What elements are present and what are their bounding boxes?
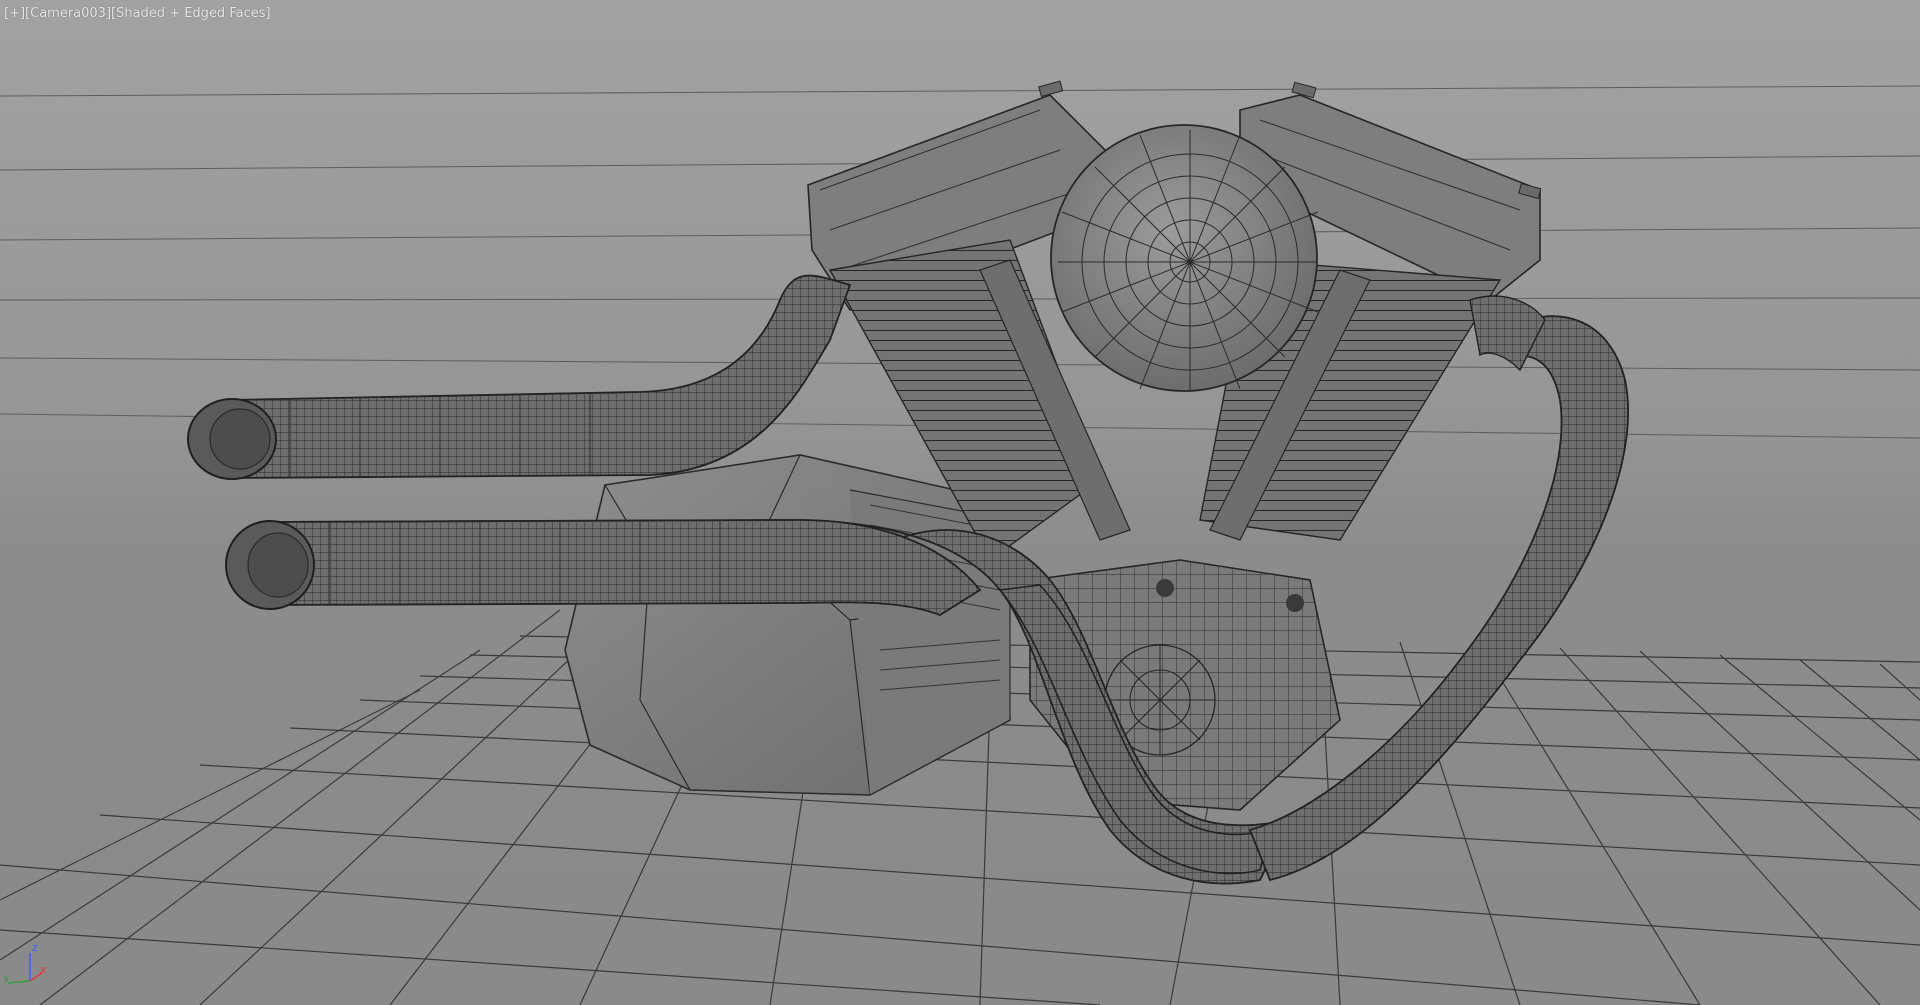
exhaust-pipe-upper[interactable] (187, 274, 852, 480)
air-cleaner[interactable] (1050, 124, 1319, 392)
viewport-label: [+] [Camera003] [Shaded + Edged Faces] (4, 6, 271, 22)
oil-tank[interactable] (564, 454, 1011, 796)
z-axis-label: z (32, 941, 38, 954)
y-axis-label: y (3, 971, 10, 984)
viewport-general-menu[interactable]: [+] (4, 6, 25, 22)
y-axis-line (7, 980, 31, 984)
camera-viewport[interactable]: [+] [Camera003] [Shaded + Edged Faces] z … (0, 0, 1920, 1005)
axis-gizmo: z x y (3, 941, 47, 984)
viewport-scene[interactable] (0, 0, 1920, 1005)
viewport-shading-menu[interactable]: [Shaded + Edged Faces] (111, 6, 271, 22)
viewport-point-of-view-menu[interactable]: [Camera003] (25, 6, 111, 22)
x-axis-label: x (40, 963, 47, 976)
